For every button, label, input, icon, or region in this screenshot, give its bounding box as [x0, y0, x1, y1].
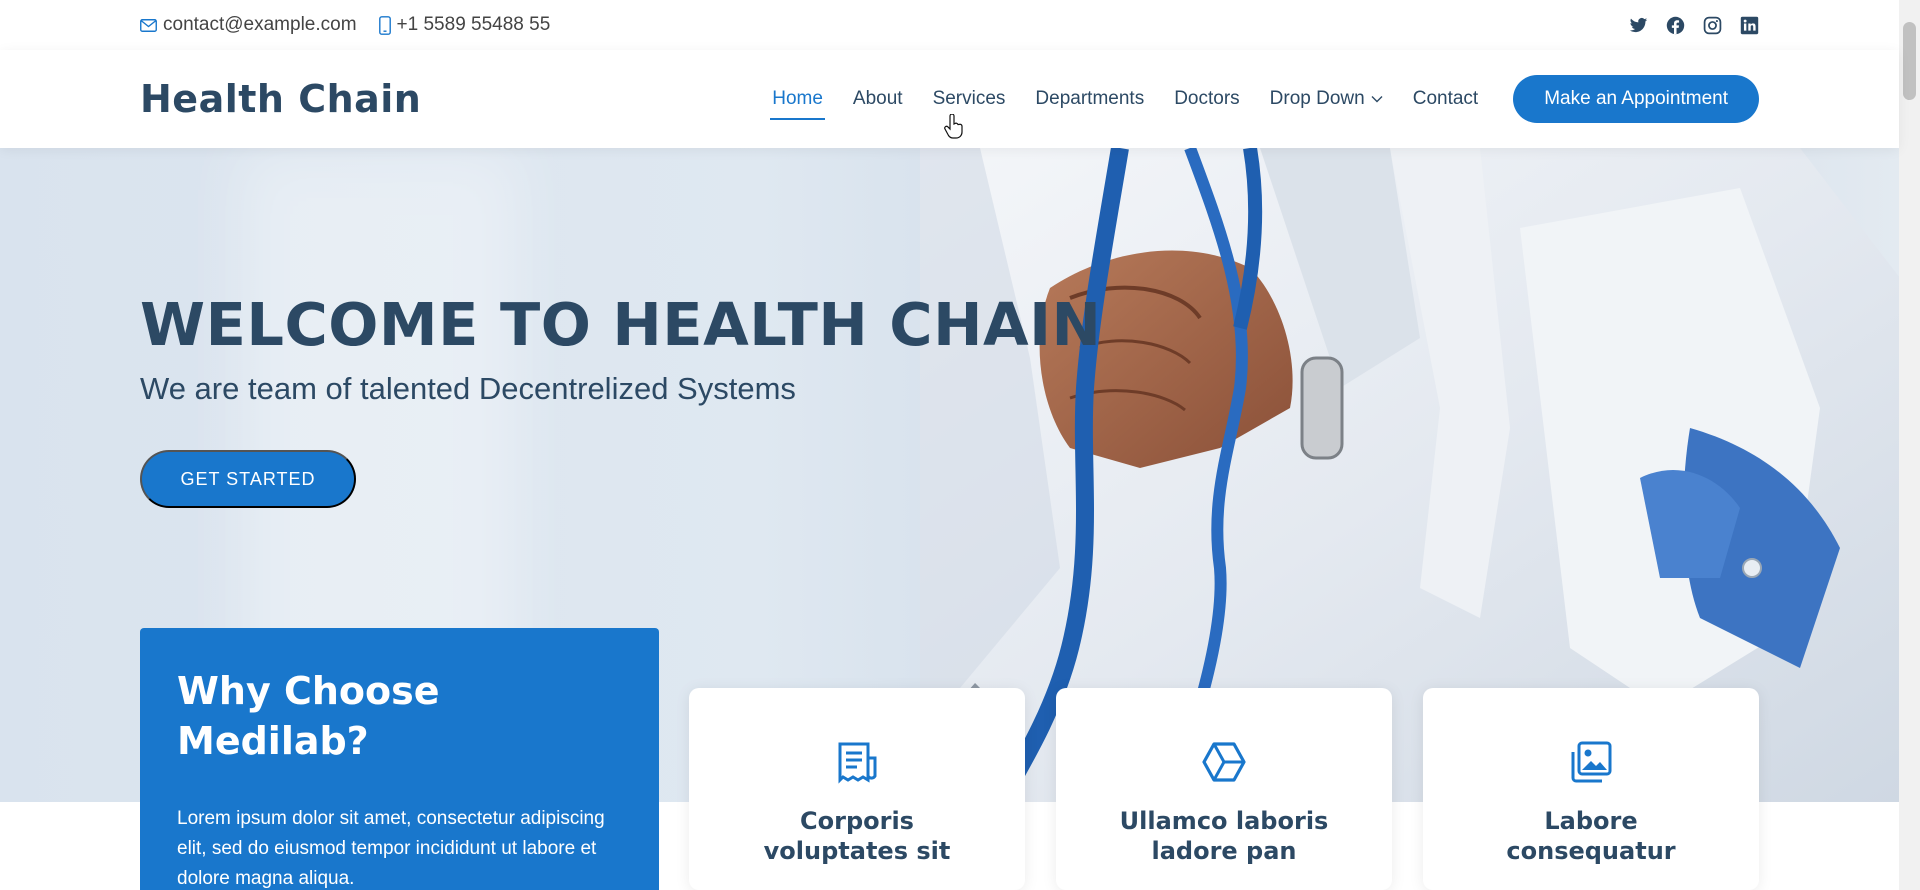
receipt-icon — [838, 742, 877, 784]
hand-cursor-icon — [944, 114, 963, 139]
phone-text: +1 5589 55488 55 — [396, 14, 551, 35]
top-bar: contact@example.com +1 5589 55488 55 — [0, 0, 1899, 50]
nav-departments[interactable]: Departments — [1020, 78, 1159, 120]
page-scrollbar[interactable] — [1899, 0, 1920, 890]
social-links — [1629, 16, 1759, 35]
why-choose-title: Why Choose Medilab? — [177, 669, 440, 763]
chevron-down-icon — [1371, 96, 1383, 103]
feature-card-title: Corporis voluptates sit — [763, 807, 951, 865]
nav-about[interactable]: About — [838, 78, 918, 120]
facebook-icon[interactable] — [1666, 16, 1685, 35]
nav-services[interactable]: Services — [918, 78, 1021, 120]
hero-text: WELCOME TO HEALTH CHAIN We are team of t… — [140, 290, 1101, 407]
phone-item[interactable]: +1 5589 55488 55 — [378, 14, 551, 36]
nav-home[interactable]: Home — [757, 78, 838, 120]
nav-dropdown[interactable]: Drop Down — [1255, 78, 1398, 120]
linkedin-icon[interactable] — [1740, 16, 1759, 35]
nav-doctors[interactable]: Doctors — [1159, 78, 1254, 120]
get-started-button[interactable]: GET STARTED — [140, 450, 356, 508]
why-choose-text: Lorem ipsum dolor sit amet, consectetur … — [177, 808, 605, 889]
hero-subtitle: We are team of talented Decentrelized Sy… — [140, 371, 796, 406]
scrollbar-thumb[interactable] — [1903, 22, 1916, 100]
main-nav: Home About Services Departments Doctors … — [757, 75, 1759, 123]
instagram-icon[interactable] — [1703, 16, 1722, 35]
why-choose-box: Why Choose Medilab? Lorem ipsum dolor si… — [140, 628, 659, 890]
nav-dropdown-label: Drop Down — [1269, 88, 1365, 109]
feature-card-title: Labore consequatur — [1506, 807, 1676, 865]
feature-card: Labore consequatur — [1423, 688, 1759, 890]
email-text: contact@example.com — [163, 14, 357, 35]
contact-info: contact@example.com +1 5589 55488 55 — [140, 14, 550, 36]
feature-card: Corporis voluptates sit — [689, 688, 1025, 890]
envelope-icon — [140, 18, 157, 32]
feature-card: Ullamco laboris ladore pan — [1056, 688, 1392, 890]
hero-title: WELCOME TO HEALTH CHAIN — [140, 290, 1102, 359]
images-icon — [1571, 741, 1612, 783]
site-logo[interactable]: Health Chain — [140, 77, 421, 121]
feature-card-title: Ullamco laboris ladore pan — [1119, 807, 1329, 865]
twitter-icon[interactable] — [1629, 16, 1648, 35]
make-appointment-button[interactable]: Make an Appointment — [1513, 75, 1759, 123]
phone-icon — [378, 15, 391, 35]
nav-contact[interactable]: Contact — [1398, 78, 1493, 120]
cube-icon — [1202, 742, 1246, 782]
email-item[interactable]: contact@example.com — [140, 14, 357, 36]
